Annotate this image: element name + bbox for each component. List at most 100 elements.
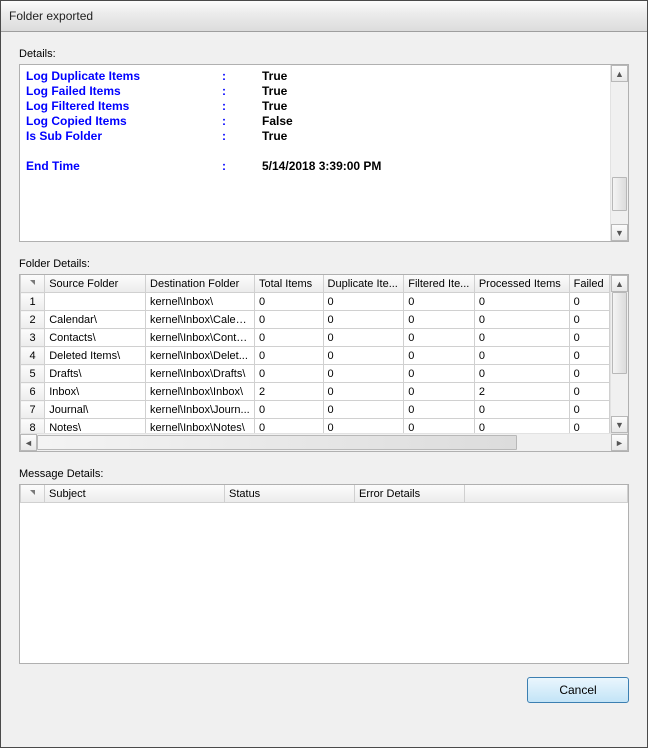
row-header[interactable]: 4 xyxy=(21,347,45,365)
scroll-thumb[interactable] xyxy=(612,292,627,374)
scroll-track[interactable] xyxy=(37,434,611,451)
details-scrollbar[interactable]: ▲ ▼ xyxy=(610,65,628,241)
cell-processed[interactable]: 0 xyxy=(474,293,569,311)
table-row[interactable]: 6Inbox\kernel\Inbox\Inbox\20020 xyxy=(21,383,610,401)
table-row[interactable]: 2Calendar\kernel\Inbox\Calen...00000 xyxy=(21,311,610,329)
scroll-right-icon[interactable]: ► xyxy=(611,434,628,451)
cell-filtered[interactable]: 0 xyxy=(404,329,475,347)
cell-destination[interactable]: kernel\Inbox\Delet... xyxy=(146,347,255,365)
table-row[interactable]: 4Deleted Items\kernel\Inbox\Delet...0000… xyxy=(21,347,610,365)
cell-failed[interactable]: 0 xyxy=(569,293,609,311)
cell-source[interactable]: Journal\ xyxy=(45,401,146,419)
cell-source[interactable] xyxy=(45,293,146,311)
cell-duplicate[interactable]: 0 xyxy=(323,383,404,401)
cell-total[interactable]: 2 xyxy=(254,383,323,401)
cell-filtered[interactable]: 0 xyxy=(404,383,475,401)
cell-duplicate[interactable]: 0 xyxy=(323,311,404,329)
folder-details-grid[interactable]: Source Folder Destination Folder Total I… xyxy=(19,274,629,452)
col-source-folder[interactable]: Source Folder xyxy=(45,275,146,293)
cell-duplicate[interactable]: 0 xyxy=(323,401,404,419)
col-error-details[interactable]: Error Details xyxy=(355,485,465,503)
table-row[interactable]: 7Journal\kernel\Inbox\Journ...00000 xyxy=(21,401,610,419)
cell-failed[interactable]: 0 xyxy=(569,401,609,419)
cell-total[interactable]: 0 xyxy=(254,365,323,383)
cell-filtered[interactable]: 0 xyxy=(404,347,475,365)
cell-processed[interactable]: 0 xyxy=(474,329,569,347)
cell-total[interactable]: 0 xyxy=(254,329,323,347)
cell-duplicate[interactable]: 0 xyxy=(323,365,404,383)
col-total-items[interactable]: Total Items xyxy=(254,275,323,293)
details-content[interactable]: Log Duplicate Items:True Log Failed Item… xyxy=(20,65,610,241)
cell-destination[interactable]: kernel\Inbox\Inbox\ xyxy=(146,383,255,401)
scroll-left-icon[interactable]: ◄ xyxy=(20,434,37,451)
table-row[interactable]: 3Contacts\kernel\Inbox\Conta...00000 xyxy=(21,329,610,347)
message-details-grid[interactable]: Subject Status Error Details xyxy=(19,484,629,664)
row-header[interactable]: 1 xyxy=(21,293,45,311)
cell-filtered[interactable]: 0 xyxy=(404,401,475,419)
col-duplicate-items[interactable]: Duplicate Ite... xyxy=(323,275,404,293)
scroll-down-icon[interactable]: ▼ xyxy=(611,416,628,433)
cell-duplicate[interactable]: 0 xyxy=(323,293,404,311)
cell-failed[interactable]: 0 xyxy=(569,383,609,401)
cell-total[interactable]: 0 xyxy=(254,419,323,434)
row-header[interactable]: 7 xyxy=(21,401,45,419)
cell-total[interactable]: 0 xyxy=(254,347,323,365)
col-status[interactable]: Status xyxy=(225,485,355,503)
col-processed-items[interactable]: Processed Items xyxy=(474,275,569,293)
cell-processed[interactable]: 0 xyxy=(474,419,569,434)
scroll-thumb[interactable] xyxy=(612,177,627,211)
cell-source[interactable]: Notes\ xyxy=(45,419,146,434)
row-header[interactable]: 2 xyxy=(21,311,45,329)
cell-duplicate[interactable]: 0 xyxy=(323,419,404,434)
cell-destination[interactable]: kernel\Inbox\Drafts\ xyxy=(146,365,255,383)
col-subject[interactable]: Subject xyxy=(45,485,225,503)
cell-failed[interactable]: 0 xyxy=(569,329,609,347)
cell-filtered[interactable]: 0 xyxy=(404,419,475,434)
cell-destination[interactable]: kernel\Inbox\Notes\ xyxy=(146,419,255,434)
scroll-down-icon[interactable]: ▼ xyxy=(611,224,628,241)
col-destination-folder[interactable]: Destination Folder xyxy=(146,275,255,293)
cell-filtered[interactable]: 0 xyxy=(404,293,475,311)
cell-source[interactable]: Deleted Items\ xyxy=(45,347,146,365)
cell-filtered[interactable]: 0 xyxy=(404,365,475,383)
cell-destination[interactable]: kernel\Inbox\Calen... xyxy=(146,311,255,329)
cell-source[interactable]: Inbox\ xyxy=(45,383,146,401)
folder-grid-horizontal-scrollbar[interactable]: ◄ ► xyxy=(20,433,628,451)
cell-source[interactable]: Drafts\ xyxy=(45,365,146,383)
row-header[interactable]: 6 xyxy=(21,383,45,401)
scroll-up-icon[interactable]: ▲ xyxy=(611,275,628,292)
scroll-track[interactable] xyxy=(611,82,628,224)
col-extra[interactable] xyxy=(465,485,628,503)
cell-processed[interactable]: 0 xyxy=(474,401,569,419)
scroll-up-icon[interactable]: ▲ xyxy=(611,65,628,82)
cancel-button[interactable]: Cancel xyxy=(527,677,629,703)
cell-processed[interactable]: 0 xyxy=(474,311,569,329)
table-row[interactable]: 8Notes\kernel\Inbox\Notes\00000 xyxy=(21,419,610,434)
col-failed[interactable]: Failed xyxy=(569,275,609,293)
cell-total[interactable]: 0 xyxy=(254,401,323,419)
cell-total[interactable]: 0 xyxy=(254,311,323,329)
scroll-track[interactable] xyxy=(611,292,628,416)
cell-duplicate[interactable]: 0 xyxy=(323,347,404,365)
cell-failed[interactable]: 0 xyxy=(569,347,609,365)
col-filtered-items[interactable]: Filtered Ite... xyxy=(404,275,475,293)
cell-processed[interactable]: 2 xyxy=(474,383,569,401)
scroll-thumb[interactable] xyxy=(37,435,517,450)
cell-filtered[interactable]: 0 xyxy=(404,311,475,329)
cell-destination[interactable]: kernel\Inbox\ xyxy=(146,293,255,311)
cell-source[interactable]: Calendar\ xyxy=(45,311,146,329)
folder-grid-vertical-scrollbar[interactable]: ▲ ▼ xyxy=(610,275,628,433)
cell-destination[interactable]: kernel\Inbox\Journ... xyxy=(146,401,255,419)
row-header[interactable]: 3 xyxy=(21,329,45,347)
cell-failed[interactable]: 0 xyxy=(569,365,609,383)
row-header[interactable]: 8 xyxy=(21,419,45,434)
cell-failed[interactable]: 0 xyxy=(569,419,609,434)
table-row[interactable]: 5Drafts\kernel\Inbox\Drafts\00000 xyxy=(21,365,610,383)
grid-corner-icon[interactable] xyxy=(21,275,45,293)
cell-source[interactable]: Contacts\ xyxy=(45,329,146,347)
table-row[interactable]: 1kernel\Inbox\00000 xyxy=(21,293,610,311)
cell-duplicate[interactable]: 0 xyxy=(323,329,404,347)
cell-total[interactable]: 0 xyxy=(254,293,323,311)
grid-corner-icon[interactable] xyxy=(21,485,45,503)
cell-destination[interactable]: kernel\Inbox\Conta... xyxy=(146,329,255,347)
